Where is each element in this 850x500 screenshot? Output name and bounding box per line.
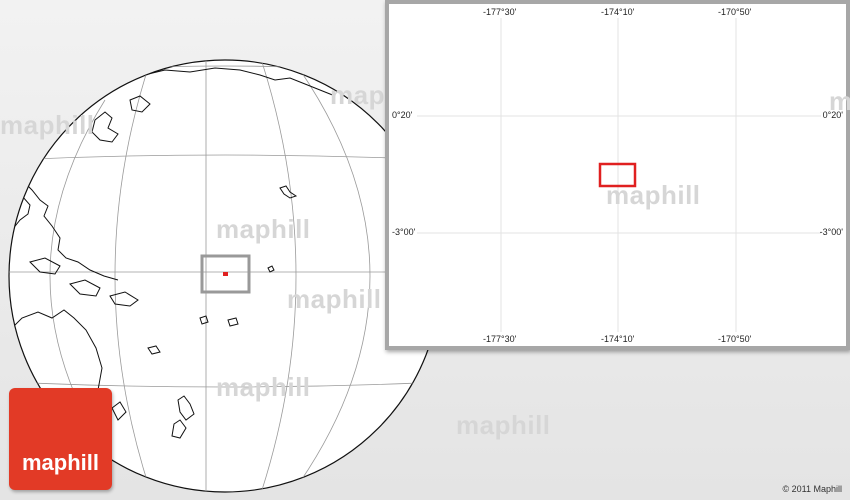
top-longitude-label: -174°10': [601, 7, 635, 17]
inset-grid: [417, 18, 821, 332]
top-longitude-label: -177°30': [483, 7, 517, 17]
maphill-logo[interactable]: maphill: [9, 388, 112, 490]
bottom-longitude-label: -177°30': [483, 334, 517, 344]
right-latitude-label: 0°20': [822, 110, 843, 120]
copyright-text: © 2011 Maphill: [782, 484, 843, 494]
right-latitude-label: -3°00': [819, 227, 843, 237]
left-latitude-label: -3°00': [392, 227, 416, 237]
inset-map: maphill maphill -177°30' -174°10' -170°5…: [385, 0, 850, 350]
bottom-longitude-label: -170°50': [718, 334, 752, 344]
bottom-longitude-label: -174°10': [601, 334, 635, 344]
left-latitude-label: 0°20': [392, 110, 413, 120]
top-longitude-label: -170°50': [718, 7, 752, 17]
logo-text: maphill: [21, 450, 99, 475]
location-marker: [223, 272, 228, 276]
